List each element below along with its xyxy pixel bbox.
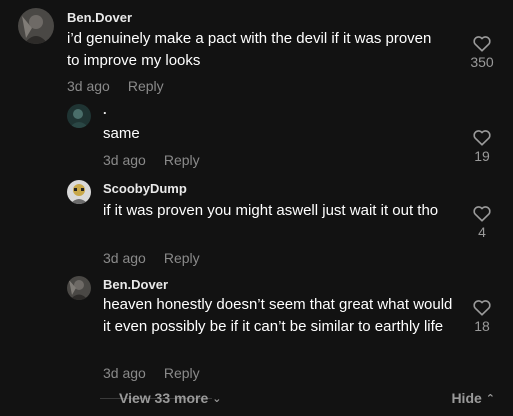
like-count: 18 (474, 318, 490, 334)
view-more-replies-button[interactable]: View 33 more ⌄ (119, 390, 221, 406)
comment-meta: 3d ago Reply (67, 78, 164, 94)
avatar[interactable] (67, 104, 91, 128)
comment-time: 3d ago (103, 152, 146, 168)
comment-time: 3d ago (67, 78, 110, 94)
reply-button[interactable]: Reply (164, 152, 200, 168)
like-button[interactable]: 350 (467, 34, 497, 70)
comment-text: same (103, 125, 140, 142)
like-button[interactable]: 18 (467, 298, 497, 334)
comment-username[interactable]: Ben.Dover (103, 277, 168, 292)
reply-button[interactable]: Reply (128, 78, 164, 94)
like-count: 4 (478, 224, 486, 240)
avatar[interactable] (18, 8, 54, 44)
heart-icon (473, 206, 491, 222)
comment-text: if it was proven you might aswell just w… (103, 202, 439, 219)
avatar[interactable] (67, 180, 91, 204)
comment-time: 3d ago (103, 365, 146, 381)
avatar[interactable] (67, 276, 91, 300)
like-button[interactable]: 19 (467, 128, 497, 164)
comment-text: i’d genuinely make a pact with the devil… (67, 30, 432, 69)
comment-text: heaven honestly doesn’t seem that great … (103, 296, 453, 335)
like-count: 19 (474, 148, 490, 164)
comment-username[interactable]: ScoobyDump (103, 181, 187, 196)
heart-icon (473, 36, 491, 52)
reply-item: Ben.Dover heaven honestly doesn’t seem t… (0, 274, 513, 386)
reply-item: . same 3d ago Reply 19 (0, 100, 513, 176)
chevron-down-icon: ⌄ (212, 393, 222, 405)
comment-item: Ben.Dover i’d genuinely make a pact with… (0, 0, 513, 100)
reply-item: ScoobyDump if it was proven you might as… (0, 176, 513, 274)
like-count: 350 (470, 54, 494, 70)
view-more-label: View 33 more (119, 390, 209, 406)
comment-meta: 3d ago Reply (103, 152, 200, 168)
reply-button[interactable]: Reply (164, 250, 200, 266)
heart-icon (473, 130, 491, 146)
reply-button[interactable]: Reply (164, 365, 200, 381)
heart-icon (473, 300, 491, 316)
like-button[interactable]: 4 (467, 204, 497, 240)
comment-username[interactable]: . (103, 102, 107, 117)
comment-time: 3d ago (103, 250, 146, 266)
comment-username[interactable]: Ben.Dover (67, 10, 132, 25)
hide-label: Hide (451, 390, 482, 406)
comment-meta: 3d ago Reply (103, 365, 200, 381)
chevron-up-icon: ⌃ (485, 393, 495, 405)
comment-meta: 3d ago Reply (103, 250, 200, 266)
hide-replies-button[interactable]: Hide ⌃ (451, 390, 495, 406)
